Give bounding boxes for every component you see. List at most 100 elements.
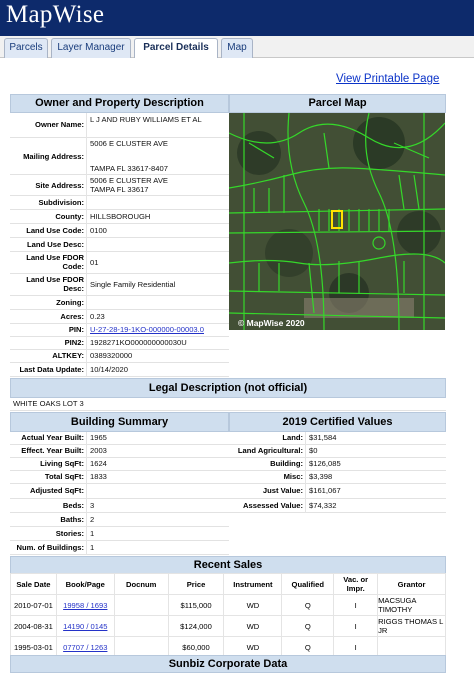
sale-date: 2004-08-31 [10, 615, 57, 637]
zoning-label: Zoning: [56, 298, 84, 307]
land-use-desc-label: Land Use Desc: [27, 240, 84, 249]
fdor-desc-label: Land Use FDOR Desc: [26, 275, 84, 293]
altkey-label: ALTKEY: [52, 351, 84, 360]
land-use-code-row: Land Use Code: 0100 [10, 224, 229, 238]
tab-parcel-details[interactable]: Parcel Details [134, 38, 218, 58]
acres-label: Acres: [60, 312, 84, 321]
certified-table-divider [305, 432, 306, 513]
acres-value: 0.23 [90, 312, 105, 321]
beds-value: 3 [90, 501, 95, 510]
num-buildings-label: Num. of Buildings: [16, 543, 85, 552]
owner-table-divider [86, 113, 87, 377]
stories-value: 1 [90, 529, 95, 538]
subdivision-label: Subdivision: [38, 198, 84, 207]
building-row: Living SqFt: 1624 [10, 458, 229, 471]
pin-link[interactable]: U-27-28-19-1KO-000000-00003.0 [90, 325, 204, 334]
sales-header-row: Sale Date Book/Page Docnum Price Instrum… [10, 573, 446, 595]
tab-parcels[interactable]: Parcels [4, 38, 48, 58]
county-row: County: HILLSBOROUGH [10, 210, 229, 224]
grantor: RIGGS THOMAS L JR [377, 615, 446, 637]
last-update-value: 10/14/2020 [90, 365, 129, 374]
total-sqft-label: Total SqFt: [44, 472, 84, 481]
total-sqft-value: 1833 [90, 472, 107, 481]
book-page-link[interactable]: 14190 / 0145 [55, 615, 115, 637]
certified-row: Just Value: $161,067 [229, 484, 446, 499]
instrument: WD [223, 615, 283, 637]
building-value: $126,085 [309, 459, 341, 468]
building-row: Stories: 1 [10, 527, 229, 541]
fdor-code-row: Land Use FDOR Code: 01 [10, 252, 229, 274]
county-label: County: [55, 212, 84, 221]
building-value-label: Building: [270, 459, 303, 468]
building-row: Num. of Buildings: 1 [10, 541, 229, 555]
certified-row: Land: $31,584 [229, 432, 446, 445]
pin-row: PIN: U-27-28-19-1KO-000000-00003.0 [10, 324, 229, 337]
owner-section-title: Owner and Property Description [10, 94, 229, 113]
fdor-code-label: Land Use FDOR Code: [26, 253, 84, 271]
land-use-desc-row: Land Use Desc: [10, 238, 229, 252]
fdor-code-value: 01 [90, 258, 99, 267]
owner-name-label: Owner Name: [35, 120, 84, 129]
land-use-code-label: Land Use Code: [26, 226, 84, 235]
building-table-divider [86, 432, 87, 555]
certified-row: Misc: $3,398 [229, 471, 446, 484]
pin2-label: PIN2: [64, 338, 84, 347]
altkey-value: 0389320000 [90, 351, 133, 360]
vac-impr: I [333, 594, 379, 616]
last-update-label: Last Data Update: [19, 365, 84, 374]
certified-values-title: 2019 Certified Values [229, 412, 446, 432]
actual-year-built-value: 1965 [90, 433, 107, 442]
recent-sales-title: Recent Sales [10, 556, 446, 574]
beds-label: Beds: [62, 501, 84, 510]
docnum [113, 615, 169, 637]
tab-layer-manager[interactable]: Layer Manager [51, 38, 131, 58]
site-address-line1: 5006 E CLUSTER AVE [90, 176, 168, 185]
col-instrument: Instrument [223, 573, 283, 595]
mailing-address-row: Mailing Address: 5006 E CLUSTER AVE TAMP… [10, 138, 229, 175]
misc-label: Misc: [283, 472, 303, 481]
land-agricultural-label: Land Agricultural: [237, 446, 303, 455]
county-value: HILLSBOROUGH [90, 212, 151, 221]
legal-description-title: Legal Description (not official) [10, 378, 446, 398]
assessed-value: $74,332 [309, 501, 337, 510]
altkey-row: ALTKEY: 0389320000 [10, 350, 229, 363]
baths-label: Baths: [60, 515, 84, 524]
building-row: Beds: 3 [10, 499, 229, 513]
building-row: Actual Year Built: 1965 [10, 432, 229, 445]
assessed-value-label: Assessed Value: [243, 501, 303, 510]
zoning-row: Zoning: [10, 296, 229, 310]
parcel-map[interactable] [229, 113, 445, 330]
col-vac-impr: Vac. or Impr. [333, 573, 379, 595]
site-address-row: Site Address: 5006 E CLUSTER AVE TAMPA F… [10, 175, 229, 196]
living-sqft-value: 1624 [90, 459, 107, 468]
qualified: Q [281, 615, 335, 637]
price: $115,000 [167, 594, 225, 616]
sale-date: 2010-07-01 [10, 594, 57, 616]
tab-bar: Parcels Layer Manager Parcel Details Map [0, 36, 474, 58]
parcel-map-title: Parcel Map [229, 94, 446, 113]
col-book-page: Book/Page [55, 573, 115, 595]
effect-year-built-value: 2003 [90, 446, 107, 455]
col-docnum: Docnum [113, 573, 169, 595]
map-credit: © MapWise 2020 [238, 318, 305, 328]
view-printable-page-link[interactable]: View Printable Page [336, 73, 439, 85]
pin2-value: 1928271KO000000000030U [90, 338, 187, 347]
misc-value: $3,398 [309, 472, 333, 481]
app-header: MapWise [0, 0, 474, 36]
land-agricultural-value: $0 [309, 446, 318, 455]
book-page-link[interactable]: 19958 / 1693 [55, 594, 115, 616]
actual-year-built-label: Actual Year Built: [21, 433, 84, 442]
pin2-row: PIN2: 1928271KO000000000030U [10, 337, 229, 350]
building-row: Effect. Year Built: 2003 [10, 445, 229, 458]
tab-map[interactable]: Map [221, 38, 253, 58]
just-value: $161,067 [309, 486, 341, 495]
effect-year-built-label: Effect. Year Built: [21, 446, 84, 455]
mailing-address-line2: TAMPA FL 33617-8407 [90, 164, 168, 173]
grantor: MACSUGA TIMOTHY [377, 594, 446, 616]
subdivision-row: Subdivision: [10, 196, 229, 210]
vac-impr: I [333, 615, 379, 637]
app-logo[interactable]: MapWise [6, 1, 104, 29]
fdor-desc-row: Land Use FDOR Desc: Single Family Reside… [10, 274, 229, 296]
col-price: Price [167, 573, 225, 595]
living-sqft-label: Living SqFt: [40, 459, 84, 468]
